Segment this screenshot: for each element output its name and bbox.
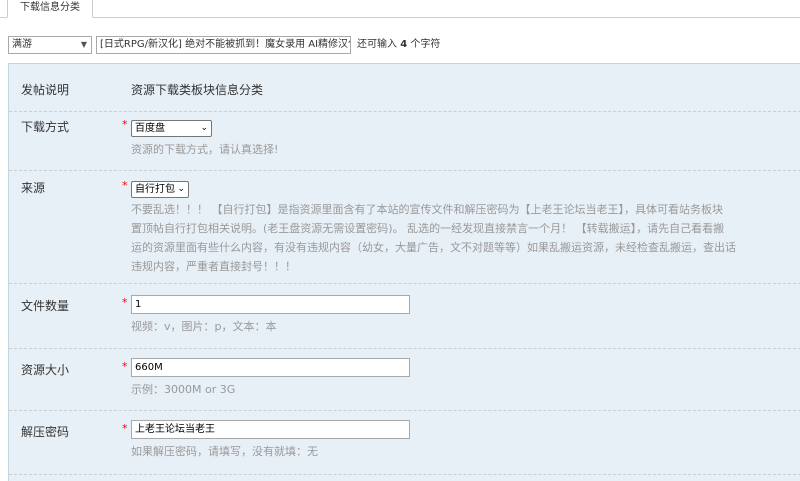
file-count-input[interactable]: 1 bbox=[131, 295, 410, 314]
chevron-down-icon: ▼ bbox=[80, 40, 87, 49]
required-mark: * bbox=[122, 118, 128, 131]
required-mark: * bbox=[122, 179, 128, 192]
remain-suffix: 个字符 bbox=[410, 39, 441, 50]
row-source: 来源 * 自行打包 ⌄ 不要乱选！！！ 【自行打包】是指资源里面含有了本站的宣传… bbox=[9, 170, 800, 284]
thread-type-value: 满游 bbox=[12, 39, 32, 50]
download-label: 下载方式 bbox=[21, 120, 70, 134]
download-field: 百度盘 ⌄ 资源的下载方式，请认真选择! bbox=[131, 116, 278, 159]
source-hint: 不要乱选！！！ 【自行打包】是指资源里面含有了本站的宣传文件和解压密码为【上老王… bbox=[131, 200, 800, 276]
source-hint-line: 不要乱选！！！ 【自行打包】是指资源里面含有了本站的宣传文件和解压密码为【上老王… bbox=[131, 203, 723, 216]
chevron-down-icon: ⌄ bbox=[177, 184, 185, 194]
title-input[interactable]: [日式RPG/新汉化] 绝对不能被抓到！魔女录用 AI精修汉化 bbox=[96, 36, 351, 54]
source-hint-line: 置顶帖自行打包相关说明。(老王盘资源无需设置密码)。 乱选的一经发现直接禁言一个… bbox=[131, 222, 725, 235]
tab-download-info[interactable]: 下载信息分类 bbox=[7, 0, 93, 18]
row-download: 下载方式 * 百度盘 ⌄ 资源的下载方式，请认真选择! bbox=[9, 111, 800, 171]
file-count-label: 文件数量 bbox=[21, 299, 70, 313]
size-input[interactable]: 660M bbox=[131, 358, 410, 377]
file-count-field: 1 视频：v，图片：p，文本：本 bbox=[131, 295, 410, 336]
password-label: 解压密码 bbox=[21, 425, 70, 439]
required-mark: * bbox=[122, 360, 128, 373]
download-select[interactable]: 百度盘 ⌄ bbox=[131, 120, 212, 137]
required-mark: * bbox=[122, 296, 128, 309]
size-label: 资源大小 bbox=[21, 363, 70, 377]
row-size: 资源大小 * 660M 示例：3000M or 3G bbox=[9, 348, 800, 411]
source-field: 自行打包 ⌄ 不要乱选！！！ 【自行打包】是指资源里面含有了本站的宣传文件和解压… bbox=[131, 177, 800, 276]
row-file-count: 文件数量 * 1 视频：v，图片：p，文本：本 bbox=[9, 283, 800, 349]
source-hint-line: 运的资源里面有些什么内容，有没有违规内容（幼女，大量广告，文不对题等等）如果乱搬… bbox=[131, 241, 736, 254]
required-mark: * bbox=[122, 422, 128, 435]
remain-count: 4 bbox=[400, 39, 408, 50]
download-hint: 资源的下载方式，请认真选择! bbox=[131, 143, 279, 156]
password-field: 上老王论坛当老王 如果解压密码，请填写，没有就填：无 bbox=[131, 420, 410, 461]
password-hint: 如果解压密码，请填写，没有就填：无 bbox=[131, 445, 318, 458]
source-select-value: 自行打包 bbox=[135, 184, 175, 195]
intro-label: 发帖说明 bbox=[21, 83, 70, 97]
chevron-down-icon: ⌄ bbox=[200, 123, 208, 133]
source-select[interactable]: 自行打包 ⌄ bbox=[131, 181, 189, 198]
source-label: 来源 bbox=[21, 181, 46, 195]
size-hint: 示例：3000M or 3G bbox=[131, 383, 236, 396]
thread-type-select[interactable]: 满游 ▼ bbox=[8, 36, 92, 54]
source-hint-line: 违规内容，严重者直接封号！！！ bbox=[131, 260, 296, 273]
form-panel: 发帖说明 资源下载类板块信息分类 下载方式 * 百度盘 ⌄ 资源的下载方式，请认… bbox=[8, 63, 800, 481]
size-field: 660M 示例：3000M or 3G bbox=[131, 358, 410, 399]
download-select-value: 百度盘 bbox=[135, 123, 165, 134]
row-intro: 发帖说明 资源下载类板块信息分类 bbox=[9, 64, 800, 112]
tab-bar: 下载信息分类 bbox=[0, 0, 800, 18]
remain-prefix: 还可输入 bbox=[357, 39, 397, 50]
title-row: 满游 ▼ [日式RPG/新汉化] 绝对不能被抓到！魔女录用 AI精修汉化 还可输… bbox=[8, 36, 800, 54]
row-password: 解压密码 * 上老王论坛当老王 如果解压密码，请填写，没有就填：无 bbox=[9, 410, 800, 475]
intro-text: 资源下载类板块信息分类 bbox=[131, 83, 264, 97]
password-input[interactable]: 上老王论坛当老王 bbox=[131, 420, 410, 439]
char-remaining: 还可输入 4 个字符 bbox=[357, 36, 440, 54]
file-count-hint: 视频：v，图片：p，文本：本 bbox=[131, 320, 277, 333]
